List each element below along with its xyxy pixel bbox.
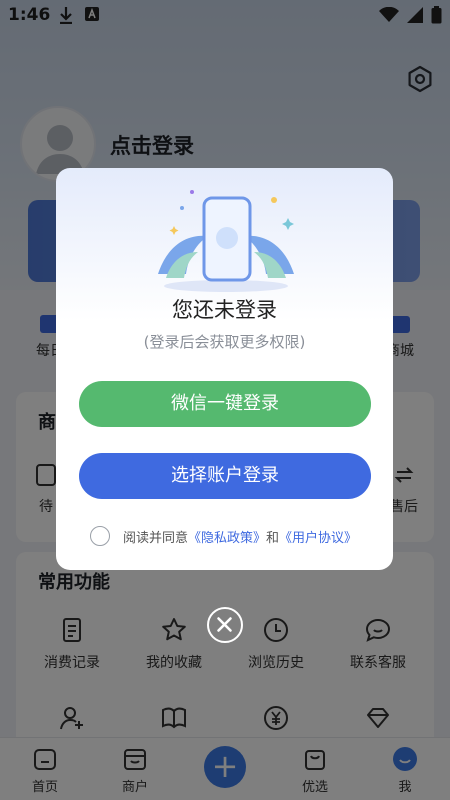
phone-illustration-icon bbox=[146, 186, 306, 296]
dialog-subtitle: (登录后会获取更多权限) bbox=[143, 333, 306, 351]
dialog-title: 您还未登录 bbox=[172, 298, 277, 322]
agreement-and: 和 bbox=[266, 530, 280, 546]
close-icon[interactable] bbox=[207, 607, 243, 643]
privacy-policy-link[interactable]: 《隐私政策》 bbox=[188, 527, 266, 546]
user-agreement-link[interactable]: 《用户协议》 bbox=[279, 527, 357, 546]
agreement-prefix: 阅读并同意 bbox=[123, 530, 189, 546]
account-login-button[interactable]: 选择账户登录 bbox=[79, 453, 371, 499]
wechat-login-button[interactable]: 微信一键登录 bbox=[79, 381, 371, 427]
agreement-radio[interactable] bbox=[90, 526, 110, 546]
agreement-row: 阅读并同意 《隐私政策》 和 《用户协议》 bbox=[90, 525, 357, 547]
login-dialog: 您还未登录 (登录后会获取更多权限) 微信一键登录 选择账户登录 阅读并同意 《… bbox=[56, 168, 393, 570]
